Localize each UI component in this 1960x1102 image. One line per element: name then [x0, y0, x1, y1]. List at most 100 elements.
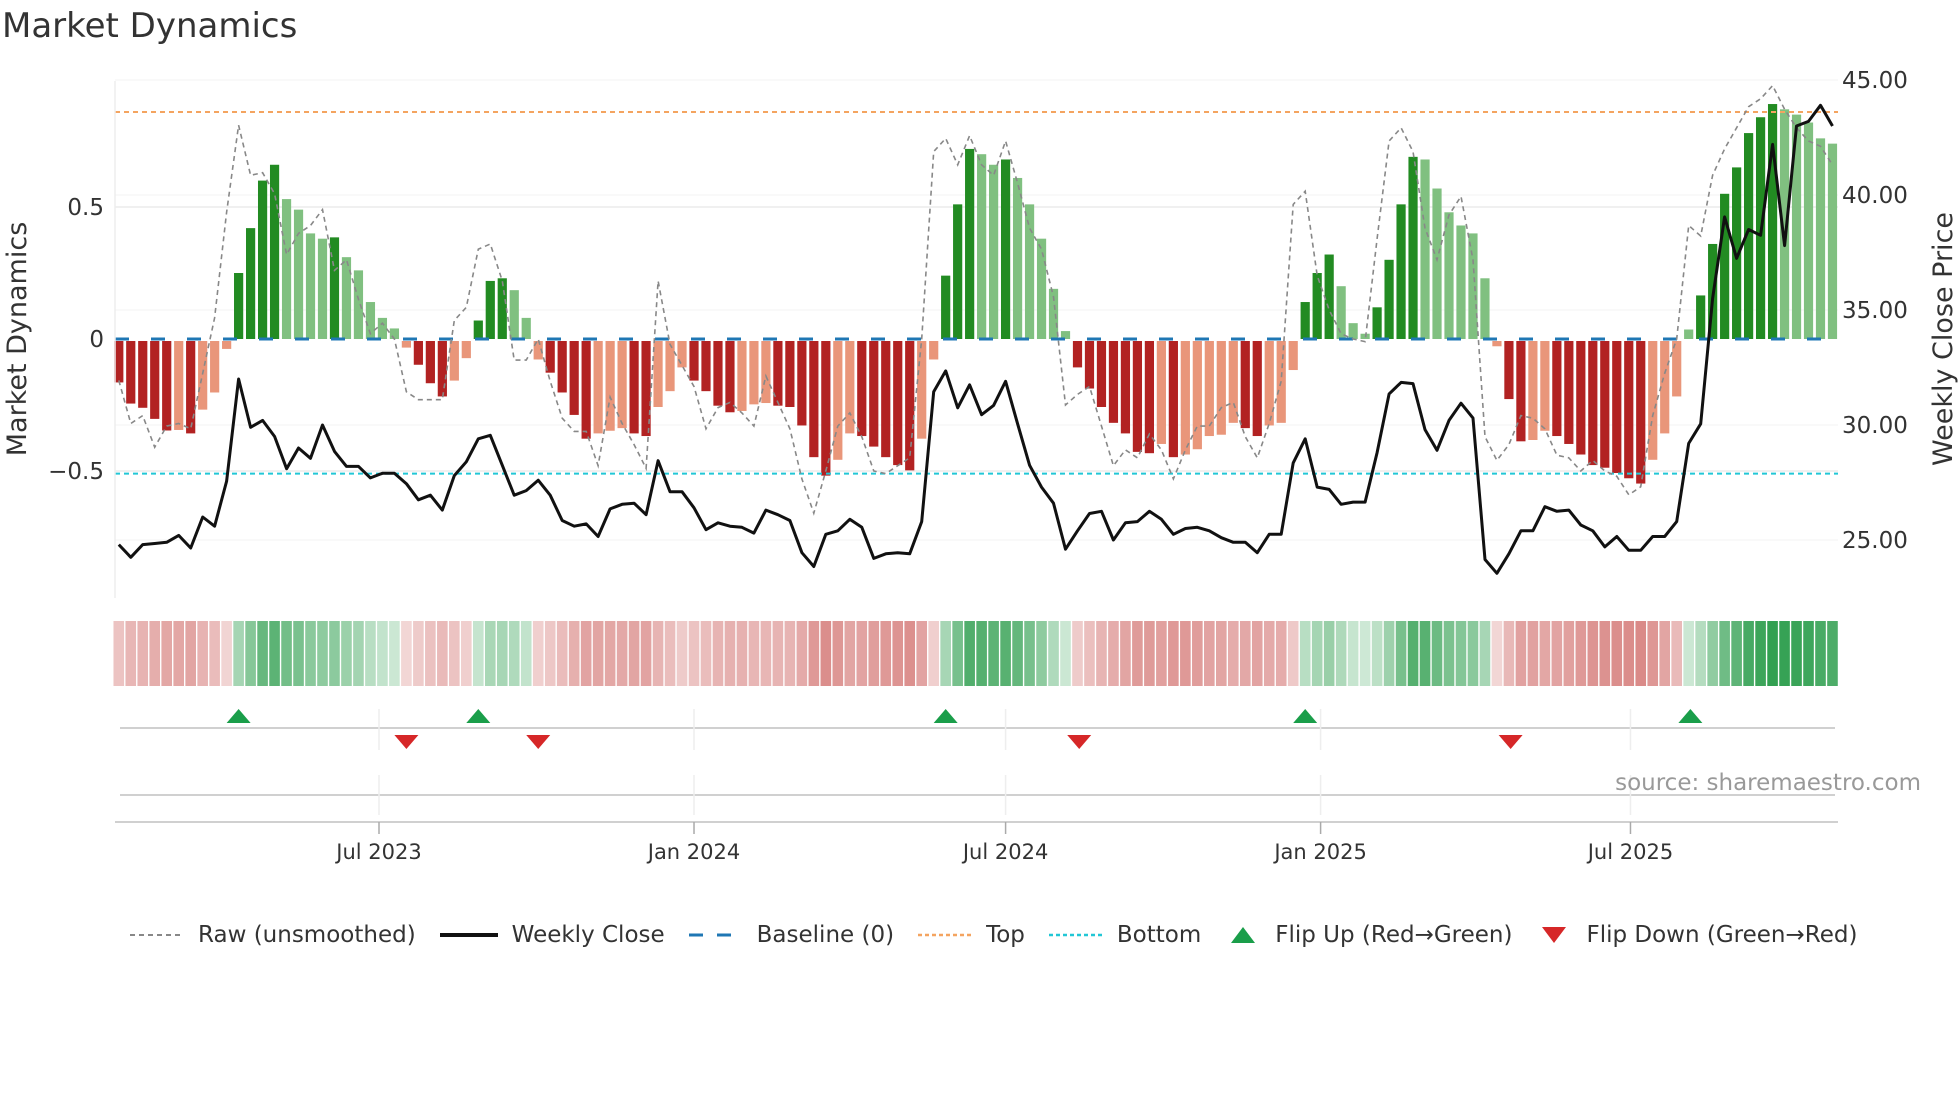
- dynamics-bar: [1264, 341, 1274, 426]
- dynamics-bar: [1504, 341, 1514, 400]
- x-tick-label: Jan 2024: [646, 840, 741, 864]
- dynamics-bar: [1036, 238, 1047, 339]
- strip-cell: [161, 621, 173, 686]
- flip-up-marker: [466, 709, 491, 723]
- y2-tick-label: 40.00: [1842, 183, 1908, 209]
- dynamics-bar: [989, 164, 999, 339]
- strip-cell: [1108, 621, 1119, 686]
- strip-cell: [928, 621, 939, 686]
- strip-cell: [329, 621, 340, 686]
- strip-cell: [808, 621, 820, 686]
- strip-cell: [1239, 621, 1251, 686]
- flip-up-marker: [933, 709, 958, 723]
- dynamics-bar: [809, 341, 819, 458]
- strip-cell: [389, 621, 400, 686]
- dynamics-bar: [1336, 286, 1346, 339]
- strip-cell: [1275, 621, 1287, 686]
- dynamics-bar: [281, 199, 292, 339]
- strip-cell: [1072, 621, 1083, 686]
- dynamics-bar: [1180, 341, 1190, 455]
- strip-cell: [748, 621, 760, 686]
- strip-cell: [233, 621, 244, 686]
- dynamics-bar: [713, 341, 723, 406]
- strip-cell: [1419, 621, 1431, 686]
- dotted-cyan-line-icon: [1048, 933, 1103, 937]
- strip-cell: [1383, 621, 1395, 686]
- legend-label: Flip Down (Green→Red): [1586, 922, 1858, 948]
- dynamics-bar: [689, 341, 699, 381]
- dynamics-bar: [797, 341, 807, 426]
- strip-cell: [1587, 621, 1599, 686]
- strip-cell: [832, 621, 844, 686]
- dynamics-bar: [605, 341, 615, 431]
- strip-cell: [437, 621, 448, 686]
- legend-label: Flip Up (Red→Green): [1275, 922, 1513, 948]
- strip-cell: [1575, 621, 1587, 686]
- strip-cell: [556, 621, 568, 686]
- dynamics-bars: [114, 104, 1838, 484]
- dynamics-bar: [1312, 273, 1322, 339]
- strip-cell: [1779, 621, 1790, 686]
- strip-cell: [652, 621, 664, 686]
- strip-cell: [700, 621, 712, 686]
- y2-tick-label: 45.00: [1842, 68, 1908, 94]
- strip-cell: [1611, 621, 1623, 686]
- dynamics-bar: [1120, 341, 1131, 434]
- strip-cell: [880, 621, 892, 686]
- dynamics-bar: [965, 148, 975, 339]
- strip-cell: [1192, 621, 1203, 686]
- strip-cell: [1755, 621, 1766, 686]
- dynamics-bar: [1564, 341, 1574, 444]
- dynamics-bar: [126, 341, 136, 404]
- dynamics-bar: [1192, 341, 1202, 450]
- dynamics-bar: [1672, 341, 1682, 397]
- dynamics-bar: [389, 328, 400, 339]
- dynamics-bar: [473, 320, 483, 339]
- dynamics-bar: [257, 180, 268, 339]
- strip-cell: [964, 621, 975, 686]
- dynamics-bar: [821, 341, 831, 476]
- strip-cell: [221, 621, 232, 686]
- legend-flip-down: Flip Down (Green→Red): [1534, 922, 1857, 948]
- strip-cell: [365, 621, 376, 686]
- dynamics-bar: [1396, 204, 1406, 339]
- dynamics-bar: [1372, 307, 1382, 339]
- strip-cell: [1168, 621, 1179, 686]
- dashed-blue-line-icon: [688, 933, 743, 937]
- y-axis-label-left: Market Dynamics: [2, 222, 33, 457]
- dynamics-bar: [977, 154, 987, 339]
- strip-cell: [1180, 621, 1191, 686]
- strip-cell: [293, 621, 304, 686]
- dynamics-bar: [1240, 341, 1250, 429]
- strip-cell: [616, 621, 628, 686]
- legend-weekly-close: Weekly Close: [438, 922, 665, 948]
- source-credit: source: sharemaestro.com: [1615, 770, 1921, 796]
- strip-cell: [1803, 621, 1814, 686]
- dynamics-bar: [761, 341, 771, 404]
- strip-cell: [173, 621, 184, 686]
- strip-cell: [844, 621, 856, 686]
- dynamics-bar: [1612, 341, 1622, 473]
- legend-raw: Raw (unsmoothed): [128, 922, 416, 948]
- legend-bottom: Bottom: [1047, 922, 1201, 948]
- dynamics-bar: [1624, 341, 1634, 479]
- flip-markers-panel: Jul 2023 Jan 2024 Jul 2024 Jan 2025 Jul 2025: [115, 709, 1838, 864]
- strip-cell: [413, 621, 424, 686]
- strip-cell: [520, 621, 532, 686]
- dynamics-bar: [857, 341, 867, 437]
- dynamics-bar: [1324, 254, 1334, 339]
- strip-cell: [257, 621, 268, 686]
- dynamics-bar: [557, 341, 567, 393]
- dynamics-bar: [1024, 204, 1035, 339]
- strip-cell: [1120, 621, 1131, 686]
- strip-cell: [1263, 621, 1275, 686]
- strip-cell: [197, 621, 208, 686]
- strip-cell: [1599, 621, 1611, 686]
- flip-up-marker: [226, 709, 251, 723]
- strip-cell: [1204, 621, 1215, 686]
- raw-line: [118, 84, 1834, 516]
- strip-cell: [640, 621, 652, 686]
- dynamics-bar: [174, 341, 184, 430]
- y-tick-label: 0.5: [67, 195, 104, 221]
- strip-cell: [341, 621, 352, 686]
